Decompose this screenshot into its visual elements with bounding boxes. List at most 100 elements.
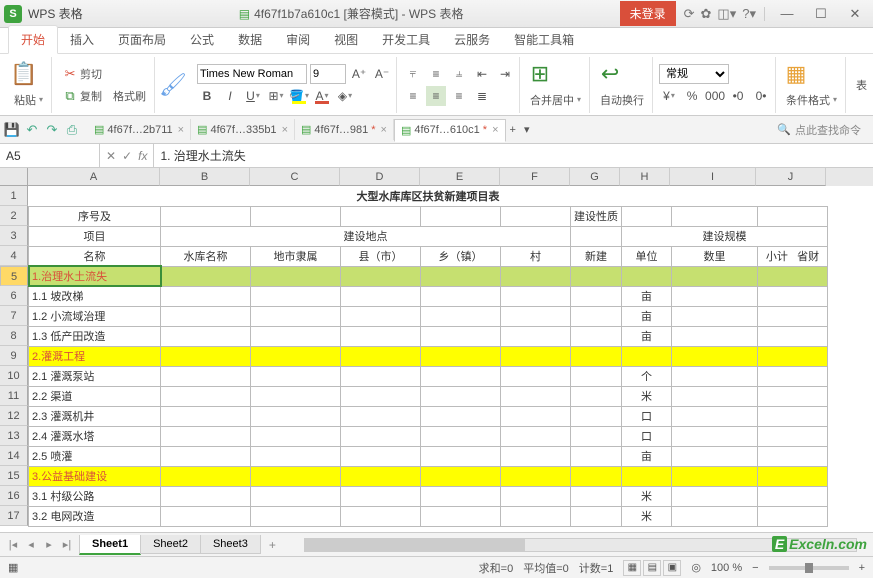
formula-input[interactable]: 1. 治理水土流失 [154, 147, 873, 164]
cell[interactable] [501, 386, 571, 406]
cell[interactable] [758, 306, 828, 326]
italic-button[interactable]: I [220, 86, 240, 106]
cell[interactable] [672, 366, 758, 386]
cell[interactable] [341, 306, 421, 326]
cell[interactable] [161, 446, 251, 466]
inc-decimal-button[interactable]: •0 [728, 86, 748, 106]
cell[interactable] [758, 326, 828, 346]
row-header-15[interactable]: 15 [0, 466, 28, 486]
confirm-edit-icon[interactable]: ✓ [120, 149, 134, 163]
cell[interactable] [421, 466, 501, 486]
table-row[interactable]: 2.3 灌溉机井口 [29, 406, 828, 426]
col-header-I[interactable]: I [670, 168, 756, 186]
cell[interactable] [758, 486, 828, 506]
cell[interactable] [672, 426, 758, 446]
font-color-button[interactable]: A▾ [312, 86, 332, 106]
cell[interactable] [571, 306, 622, 326]
align-middle-button[interactable]: ≡ [426, 64, 446, 84]
row-header-11[interactable]: 11 [0, 386, 28, 406]
cell-name[interactable]: 1.3 低产田改造 [29, 326, 161, 346]
row-header-14[interactable]: 14 [0, 446, 28, 466]
last-sheet-button[interactable]: ▸| [58, 538, 76, 551]
help-icon[interactable]: ?▾ [742, 6, 756, 22]
row-header-8[interactable]: 8 [0, 326, 28, 346]
cell-name[interactable]: 1.治理水土流失 [29, 266, 161, 286]
cell[interactable] [672, 486, 758, 506]
cell[interactable] [501, 446, 571, 466]
fill-color-button[interactable]: 🪣▾ [289, 86, 309, 106]
copy-button[interactable]: ⧉复制 [58, 86, 106, 106]
cell[interactable] [672, 306, 758, 326]
file-tab-1[interactable]: ▤4f67f…2b711× [88, 119, 191, 140]
tab-layout[interactable]: 页面布局 [106, 26, 178, 53]
cell[interactable] [421, 426, 501, 446]
row-header-5[interactable]: 5 [0, 266, 28, 286]
cell[interactable] [421, 366, 501, 386]
cell[interactable] [501, 346, 571, 366]
cell[interactable] [672, 286, 758, 306]
cell[interactable] [501, 506, 571, 526]
zoom-in-button[interactable]: + [859, 562, 865, 574]
cell[interactable] [758, 466, 828, 486]
cell[interactable] [672, 446, 758, 466]
file-tab-3[interactable]: ▤4f67f…981*× [295, 119, 394, 140]
cell[interactable]: 亩 [622, 326, 672, 346]
cell[interactable] [251, 326, 341, 346]
tab-tools[interactable]: 智能工具箱 [502, 26, 586, 53]
name-box[interactable]: A5 [0, 144, 100, 167]
cell[interactable]: 亩 [622, 286, 672, 306]
sheet-tab-1[interactable]: Sheet1 [79, 535, 141, 555]
close-tab-icon[interactable]: × [381, 124, 387, 136]
col-header-B[interactable]: B [160, 168, 250, 186]
cell[interactable] [161, 466, 251, 486]
cell[interactable] [251, 386, 341, 406]
cell[interactable] [421, 486, 501, 506]
tab-review[interactable]: 审阅 [274, 26, 322, 53]
col-header-E[interactable]: E [420, 168, 500, 186]
row-header-1[interactable]: 1 [0, 186, 28, 206]
cell[interactable] [758, 266, 828, 286]
col-header-F[interactable]: F [500, 168, 570, 186]
row-header-17[interactable]: 17 [0, 506, 28, 526]
cell[interactable] [341, 386, 421, 406]
cell[interactable]: 亩 [622, 446, 672, 466]
table-row[interactable]: 1.治理水土流失 [29, 266, 828, 286]
close-tab-icon[interactable]: × [282, 124, 288, 136]
col-header-C[interactable]: C [250, 168, 340, 186]
cell-name[interactable]: 3.1 村级公路 [29, 486, 161, 506]
font-size-select[interactable] [310, 64, 346, 84]
view-page-button[interactable]: ▤ [643, 560, 661, 576]
cell[interactable] [571, 506, 622, 526]
cell-name[interactable]: 2.3 灌溉机井 [29, 406, 161, 426]
close-button[interactable]: ✕ [841, 4, 869, 24]
underline-button[interactable]: U▾ [243, 86, 263, 106]
table-row[interactable]: 3.1 村级公路米 [29, 486, 828, 506]
skin-icon[interactable]: ◫▾ [717, 6, 736, 22]
dec-decimal-button[interactable]: 0• [751, 86, 771, 106]
cell[interactable] [341, 366, 421, 386]
cell[interactable] [161, 346, 251, 366]
column-headers[interactable]: ABCDEFGHIJ [28, 168, 873, 186]
close-tab-icon[interactable]: × [178, 124, 184, 136]
cell[interactable] [758, 506, 828, 526]
cell[interactable] [672, 266, 758, 286]
row-header-12[interactable]: 12 [0, 406, 28, 426]
col-header-H[interactable]: H [620, 168, 670, 186]
table-row[interactable]: 2.4 灌溉水塔口 [29, 426, 828, 446]
row-headers[interactable]: 1234567891011121314151617 [0, 186, 28, 526]
tab-insert[interactable]: 插入 [58, 26, 106, 53]
maximize-button[interactable]: ☐ [807, 4, 835, 24]
cell[interactable] [341, 506, 421, 526]
cell[interactable] [161, 506, 251, 526]
row-header-9[interactable]: 9 [0, 346, 28, 366]
cell[interactable] [571, 266, 622, 286]
cell[interactable] [161, 366, 251, 386]
cell[interactable] [672, 346, 758, 366]
cell[interactable] [251, 406, 341, 426]
cell[interactable] [672, 406, 758, 426]
decrease-font-button[interactable]: A⁻ [372, 64, 392, 84]
view-normal-button[interactable]: ▦ [623, 560, 641, 576]
tab-cloud[interactable]: 云服务 [442, 26, 502, 53]
align-justify-button[interactable]: ≣ [472, 86, 492, 106]
cell[interactable] [571, 286, 622, 306]
